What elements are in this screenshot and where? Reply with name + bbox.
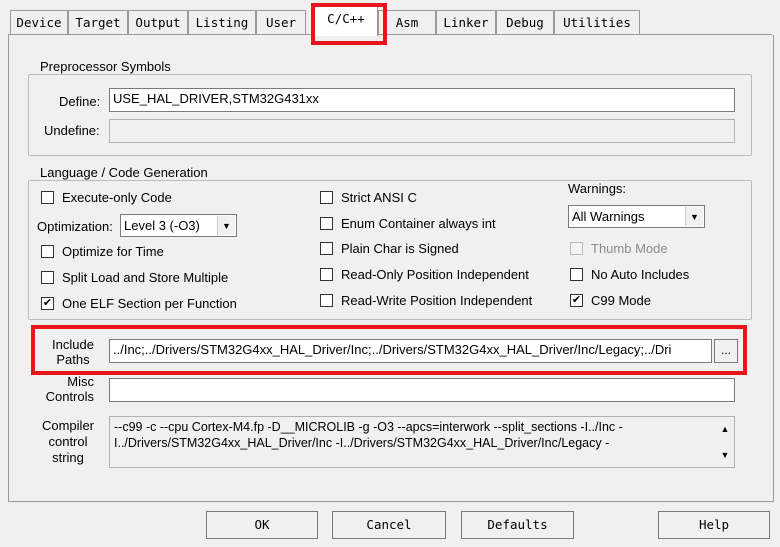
no-auto-includes-checkbox[interactable]: [570, 268, 583, 281]
misc-controls-label: Misc Controls: [44, 374, 94, 404]
optimization-select[interactable]: Level 3 (-O3) ▼: [120, 214, 237, 237]
help-button[interactable]: Help: [658, 511, 770, 539]
tab-target[interactable]: Target: [68, 10, 128, 34]
vertical-scrollbar[interactable]: ▲ ▼: [716, 417, 734, 467]
define-input[interactable]: USE_HAL_DRIVER,STM32G431xx: [109, 88, 735, 112]
undefine-input[interactable]: [109, 119, 735, 143]
one-elf-checkbox[interactable]: ✔: [41, 297, 54, 310]
tab-utilities[interactable]: Utilities: [554, 10, 640, 34]
tab-listing[interactable]: Listing: [188, 10, 256, 34]
thumb-mode-label: Thumb Mode: [591, 241, 668, 256]
optimize-time-checkbox[interactable]: [41, 245, 54, 258]
plain-char-checkbox[interactable]: [320, 242, 333, 255]
warnings-label: Warnings:: [568, 181, 627, 196]
ro-position-checkbox[interactable]: [320, 268, 333, 281]
tab-debug[interactable]: Debug: [496, 10, 554, 34]
include-paths-highlight: [31, 325, 747, 375]
preprocessor-group-label: Preprocessor Symbols: [36, 59, 175, 74]
cpp-tab-highlight: [311, 3, 387, 45]
misc-label-line1: Misc: [67, 374, 94, 389]
chevron-down-icon: ▼: [217, 216, 235, 235]
scroll-up-icon[interactable]: ▲: [716, 421, 734, 437]
scroll-down-icon[interactable]: ▼: [716, 447, 734, 463]
tab-device[interactable]: Device: [10, 10, 68, 34]
thumb-mode-checkbox: [570, 242, 583, 255]
rw-position-checkbox[interactable]: [320, 294, 333, 307]
tab-linker[interactable]: Linker: [436, 10, 496, 34]
defaults-button[interactable]: Defaults: [461, 511, 574, 539]
compiler-line-2: I../Drivers/STM32G4xx_HAL_Driver/Inc -I.…: [114, 436, 610, 450]
tab-output[interactable]: Output: [128, 10, 188, 34]
warnings-value: All Warnings: [572, 209, 645, 224]
compiler-label-line2: control: [48, 434, 88, 449]
language-group-label: Language / Code Generation: [36, 165, 212, 180]
cancel-button[interactable]: Cancel: [332, 511, 446, 539]
ok-button[interactable]: OK: [206, 511, 318, 539]
one-elf-label: One ELF Section per Function: [62, 296, 237, 311]
split-load-label: Split Load and Store Multiple: [62, 270, 229, 285]
ro-position-label: Read-Only Position Independent: [341, 267, 529, 282]
c99-mode-label: C99 Mode: [591, 293, 651, 308]
warnings-select[interactable]: All Warnings ▼: [568, 205, 705, 228]
optimize-time-label: Optimize for Time: [62, 244, 164, 259]
tab-bar: Device Target Output Listing User C/C++ …: [0, 0, 780, 40]
strict-ansi-checkbox[interactable]: [320, 191, 333, 204]
check-icon: ✔: [571, 294, 582, 306]
optimization-value: Level 3 (-O3): [124, 218, 200, 233]
undefine-label: Undefine:: [44, 123, 100, 138]
chevron-down-icon: ▼: [685, 207, 703, 226]
enum-container-checkbox[interactable]: [320, 217, 333, 230]
no-auto-includes-label: No Auto Includes: [591, 267, 690, 282]
c99-mode-checkbox[interactable]: ✔: [570, 294, 583, 307]
misc-controls-input[interactable]: [109, 378, 735, 402]
rw-position-label: Read-Write Position Independent: [341, 293, 533, 308]
compiler-label-line1: Compiler: [41, 418, 94, 433]
compiler-line-1: --c99 -c --cpu Cortex-M4.fp -D__MICROLIB…: [114, 420, 623, 434]
execute-only-label: Execute-only Code: [62, 190, 172, 205]
strict-ansi-label: Strict ANSI C: [341, 190, 417, 205]
check-icon: ✔: [42, 297, 53, 309]
optimization-label: Optimization:: [37, 219, 113, 234]
define-label: Define:: [59, 94, 101, 109]
tab-user[interactable]: User: [256, 10, 306, 34]
enum-container-label: Enum Container always int: [341, 216, 496, 231]
compiler-label-line3: string: [52, 450, 84, 465]
preprocessor-group: [28, 74, 752, 156]
execute-only-checkbox[interactable]: [41, 191, 54, 204]
plain-char-label: Plain Char is Signed: [341, 241, 459, 256]
compiler-control-textarea[interactable]: --c99 -c --cpu Cortex-M4.fp -D__MICROLIB…: [109, 416, 735, 468]
split-load-checkbox[interactable]: [41, 271, 54, 284]
misc-label-line2: Controls: [45, 389, 94, 404]
compiler-control-label: Compiler control string: [38, 418, 98, 466]
